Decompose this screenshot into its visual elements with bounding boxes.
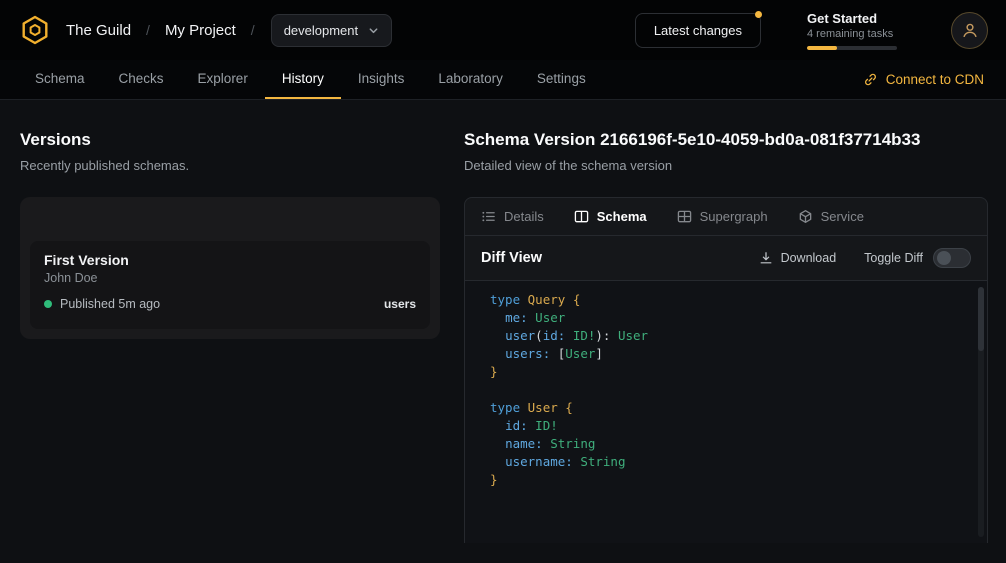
columns-icon xyxy=(574,209,589,224)
supergraph-icon xyxy=(677,209,692,224)
progress-fill xyxy=(807,46,837,50)
code-lines: type Query { me: User user(id: ID!): Use… xyxy=(490,291,969,489)
published-status-dot xyxy=(44,300,52,308)
tab-explorer[interactable]: Explorer xyxy=(181,60,265,99)
tab-schema-detail[interactable]: Schema xyxy=(574,209,647,224)
toggle-knob xyxy=(937,251,951,265)
schema-code[interactable]: type Query { me: User user(id: ID!): Use… xyxy=(465,280,987,543)
tab-service[interactable]: Service xyxy=(798,209,864,224)
tab-supergraph-label: Supergraph xyxy=(700,209,768,224)
user-icon xyxy=(961,21,979,39)
tab-supergraph[interactable]: Supergraph xyxy=(677,209,768,224)
version-author: John Doe xyxy=(44,271,416,285)
breadcrumb-project[interactable]: My Project xyxy=(165,22,236,39)
download-label: Download xyxy=(781,251,837,265)
avatar[interactable] xyxy=(951,12,988,49)
tab-details-label: Details xyxy=(504,209,544,224)
tab-laboratory[interactable]: Laboratory xyxy=(421,60,520,99)
toggle-diff-label: Toggle Diff xyxy=(864,251,923,265)
diff-view-title: Diff View xyxy=(481,250,542,266)
latest-changes-button[interactable]: Latest changes xyxy=(635,13,761,48)
connect-cdn-label: Connect to CDN xyxy=(886,72,984,87)
progress-bar xyxy=(807,46,897,50)
breadcrumb: The Guild / My Project / xyxy=(66,22,255,39)
versions-title: Versions xyxy=(20,130,440,150)
version-detail-panel: Details Schema Supergraph xyxy=(464,197,988,543)
scrollbar-thumb[interactable] xyxy=(978,287,984,351)
version-detail-subtitle: Detailed view of the schema version xyxy=(464,158,988,173)
breadcrumb-org[interactable]: The Guild xyxy=(66,22,131,39)
detail-tab-bar: Details Schema Supergraph xyxy=(465,198,987,236)
breadcrumb-separator: / xyxy=(146,22,150,38)
download-icon xyxy=(759,251,773,265)
tab-history[interactable]: History xyxy=(265,60,341,99)
environment-selector[interactable]: development xyxy=(271,14,392,47)
get-started-widget[interactable]: Get Started 4 remaining tasks xyxy=(807,11,899,50)
toggle-diff-switch[interactable] xyxy=(933,248,971,268)
version-status: Published 5m ago xyxy=(60,297,160,311)
tab-details[interactable]: Details xyxy=(481,209,544,224)
hive-logo[interactable] xyxy=(18,13,52,47)
list-icon xyxy=(481,209,496,224)
environment-selector-value: development xyxy=(284,23,358,38)
versions-column: Versions Recently published schemas. Fir… xyxy=(20,130,440,339)
breadcrumb-separator: / xyxy=(251,22,255,38)
notification-dot xyxy=(755,11,762,18)
tab-schema[interactable]: Schema xyxy=(18,60,102,99)
version-detail-title: Schema Version 2166196f-5e10-4059-bd0a-0… xyxy=(464,130,988,150)
tab-settings[interactable]: Settings xyxy=(520,60,603,99)
versions-list: First Version John Doe Published 5m ago … xyxy=(20,197,440,339)
versions-subtitle: Recently published schemas. xyxy=(20,158,440,173)
connect-cdn-button[interactable]: Connect to CDN xyxy=(859,60,988,99)
version-name: First Version xyxy=(44,252,416,268)
main-nav: Schema Checks Explorer History Insights … xyxy=(0,60,1006,100)
tab-checks[interactable]: Checks xyxy=(102,60,181,99)
chevron-down-icon xyxy=(368,25,379,36)
diff-view-header: Diff View Download Toggle Diff xyxy=(465,236,987,280)
get-started-subtitle: 4 remaining tasks xyxy=(807,28,899,40)
latest-changes-label: Latest changes xyxy=(654,23,742,38)
tab-schema-label: Schema xyxy=(597,209,647,224)
tab-service-label: Service xyxy=(821,209,864,224)
main-content: Versions Recently published schemas. Fir… xyxy=(0,100,1006,563)
version-list-item[interactable]: First Version John Doe Published 5m ago … xyxy=(30,241,430,329)
version-detail-column: Schema Version 2166196f-5e10-4059-bd0a-0… xyxy=(464,130,988,543)
tab-insights[interactable]: Insights xyxy=(341,60,422,99)
get-started-title: Get Started xyxy=(807,11,899,26)
version-service-badge: users xyxy=(384,297,416,311)
download-button[interactable]: Download xyxy=(759,251,837,265)
box-icon xyxy=(798,209,813,224)
link-icon xyxy=(863,72,878,87)
top-bar: The Guild / My Project / development Lat… xyxy=(0,0,1006,60)
scrollbar[interactable] xyxy=(978,287,984,537)
